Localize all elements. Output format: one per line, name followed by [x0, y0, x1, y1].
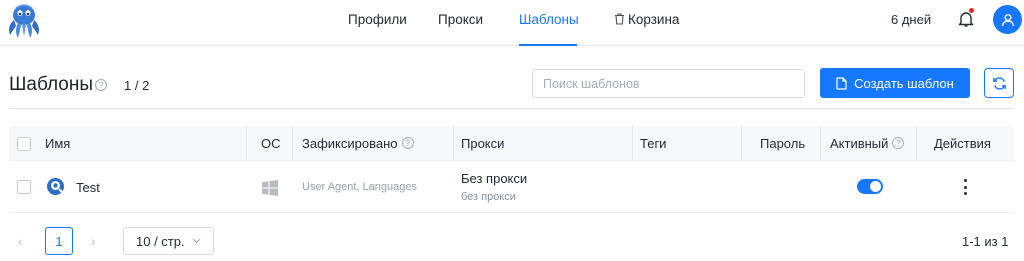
- help-icon[interactable]: ?: [95, 79, 108, 91]
- page-size-select[interactable]: 10 / стр.: [123, 227, 214, 255]
- column-header-password: Пароль: [760, 136, 806, 151]
- trash-icon: [615, 13, 624, 25]
- page-number-current[interactable]: 1: [45, 227, 73, 255]
- next-page-icon[interactable]: ›: [91, 233, 96, 249]
- create-template-label: Создать шаблон: [854, 75, 954, 91]
- column-separator: [820, 126, 821, 161]
- active-toggle[interactable]: [857, 179, 883, 194]
- column-header-tags: Теги: [640, 136, 667, 151]
- column-separator: [292, 126, 293, 161]
- search-templates-input[interactable]: [532, 69, 805, 98]
- column-header-proxy: Прокси: [461, 136, 505, 151]
- page-size-value: 10 / стр.: [136, 233, 185, 249]
- nav-tab-trash[interactable]: Корзина: [614, 12, 679, 27]
- more-actions-icon[interactable]: [959, 178, 971, 196]
- notification-dot: [969, 8, 974, 13]
- top-navigation-bar: Профили Прокси Шаблоны Корзина 6 дней: [0, 0, 1024, 46]
- column-header-active-label: Активный: [830, 136, 889, 151]
- proxy-name: Без прокси: [461, 171, 528, 186]
- fixed-params: User Agent, Languages: [302, 181, 417, 193]
- header-divider: [9, 108, 1014, 109]
- column-header-os: ОС: [261, 136, 281, 151]
- help-icon[interactable]: ?: [892, 137, 905, 149]
- user-avatar[interactable]: [993, 5, 1022, 34]
- page-title-text: Шаблоны: [9, 74, 94, 95]
- pagination-total: 1-1 из 1: [962, 234, 1009, 249]
- templates-count: 1 / 2: [124, 78, 150, 93]
- column-separator: [246, 126, 247, 161]
- help-icon[interactable]: ?: [401, 137, 414, 149]
- column-separator: [916, 126, 917, 161]
- file-add-icon: [836, 76, 847, 90]
- nav-tab-profiles[interactable]: Профили: [348, 12, 407, 27]
- profile-avatar-icon: [47, 178, 64, 195]
- column-header-active: Активный?: [830, 136, 905, 151]
- column-header-fixed-label: Зафиксировано: [302, 136, 398, 151]
- nav-tab-trash-label: Корзина: [628, 12, 680, 27]
- column-header-fixed: Зафиксировано?: [302, 136, 414, 151]
- create-template-button[interactable]: Создать шаблон: [820, 68, 970, 98]
- column-separator: [632, 126, 633, 161]
- windows-icon: [262, 180, 278, 196]
- active-tab-indicator: [519, 44, 577, 46]
- refresh-icon: [992, 76, 1006, 90]
- prev-page-icon[interactable]: ‹: [18, 233, 23, 249]
- page-title: Шаблоны?: [9, 74, 108, 96]
- proxy-details: без прокси: [461, 191, 516, 203]
- select-all-checkbox[interactable]: [17, 137, 31, 151]
- template-name[interactable]: Test: [76, 180, 100, 195]
- subscription-days-left[interactable]: 6 дней: [891, 12, 931, 27]
- row-checkbox[interactable]: [17, 180, 31, 194]
- nav-tab-templates[interactable]: Шаблоны: [519, 12, 579, 27]
- column-header-name[interactable]: Имя: [45, 136, 70, 151]
- column-separator: [453, 126, 454, 161]
- column-header-actions: Действия: [934, 136, 991, 151]
- column-separator: [741, 126, 742, 161]
- chevron-down-icon: [192, 238, 201, 244]
- octopus-logo-icon[interactable]: [4, 2, 44, 40]
- refresh-button[interactable]: [984, 68, 1014, 98]
- nav-tab-proxies[interactable]: Прокси: [438, 12, 483, 27]
- user-icon: [1001, 13, 1014, 26]
